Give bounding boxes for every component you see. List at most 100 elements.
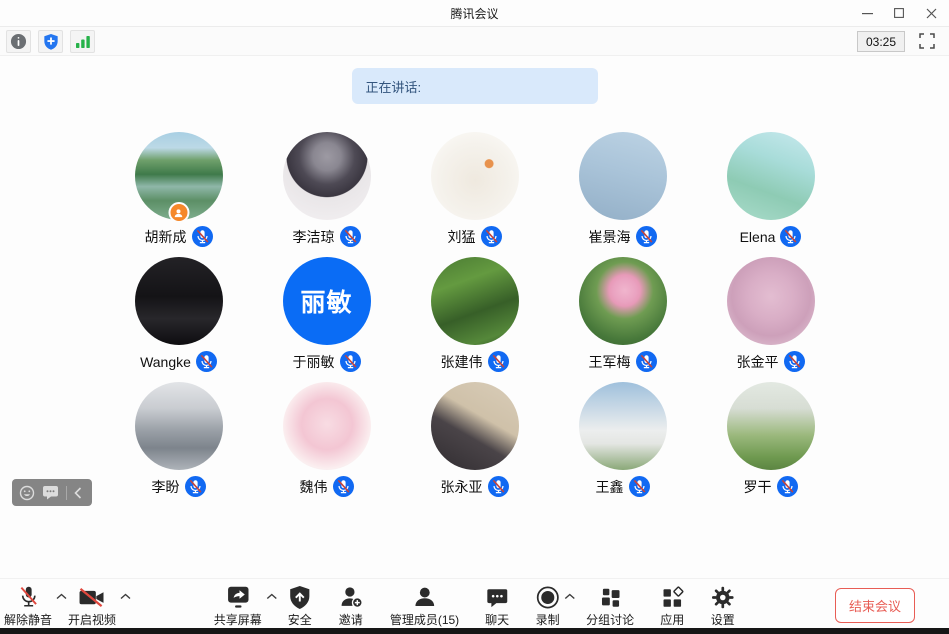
mic-muted-icon <box>340 226 361 247</box>
meeting-security-button[interactable] <box>38 30 63 53</box>
title-bar: 腾讯会议 <box>0 0 949 27</box>
apps-label: 应用 <box>660 611 684 628</box>
avatar <box>727 132 815 220</box>
participant-tile[interactable]: 丽敏 于丽敏 <box>253 257 401 372</box>
security-button[interactable]: 安全 <box>288 583 312 628</box>
participant-tile[interactable]: 王鑫 <box>549 382 697 497</box>
chevron-left-icon <box>74 487 82 499</box>
meeting-info-icon <box>10 33 27 50</box>
participant-name: 张金平 <box>737 352 779 372</box>
participant-name: 王鑫 <box>596 477 624 497</box>
participant-name-row: 李洁琼 <box>293 226 361 247</box>
smiley-icon <box>19 485 35 501</box>
participant-name: 李洁琼 <box>293 227 335 247</box>
mic-muted-icon <box>636 226 657 247</box>
maximize-icon <box>894 8 904 18</box>
share-screen-label: 共享屏幕 <box>214 611 262 628</box>
host-badge <box>168 202 189 223</box>
meeting-info-button[interactable] <box>6 30 31 53</box>
avatar-initials: 丽敏 <box>300 283 352 319</box>
minimize-button[interactable] <box>851 0 883 26</box>
participant-tile[interactable]: 崔景海 <box>549 132 697 247</box>
invite-label: 邀请 <box>339 611 363 628</box>
participant-tile[interactable]: 魏伟 <box>253 382 401 497</box>
unmute-options-chevron[interactable] <box>56 593 67 600</box>
mic-off-icon <box>16 584 41 610</box>
members-button[interactable]: 管理成员(15) <box>390 583 459 628</box>
participant-name: 张永亚 <box>441 477 483 497</box>
avatar <box>727 257 815 345</box>
participant-name-row: 魏伟 <box>300 476 354 497</box>
bottom-toolbar: 解除静音 开启视频 共享屏幕 安全 邀请 管理成员(15) 聊天 录制 分组讨论… <box>0 578 949 629</box>
participant-name-row: Elena <box>740 226 802 247</box>
bottom-toolbar-center: 共享屏幕 安全 邀请 管理成员(15) 聊天 录制 分组讨论 应用 设置 <box>214 583 735 628</box>
end-meeting-button[interactable]: 结束会议 <box>835 588 915 623</box>
participant-tile[interactable]: Elena <box>697 132 845 247</box>
record-circle-icon <box>535 585 560 610</box>
mic-muted-icon <box>636 351 657 372</box>
mic-muted-icon <box>488 476 509 497</box>
apps-button[interactable]: 应用 <box>660 583 684 628</box>
avatar <box>579 257 667 345</box>
settings-label: 设置 <box>711 611 735 628</box>
breakout-button[interactable]: 分组讨论 <box>586 583 634 628</box>
network-status-button[interactable] <box>70 30 95 53</box>
invite-button[interactable]: 邀请 <box>338 583 364 628</box>
share-screen-options-chevron[interactable] <box>266 593 277 600</box>
avatar <box>431 257 519 345</box>
participant-name-row: 于丽敏 <box>293 351 361 372</box>
members-label: 管理成员(15) <box>390 611 459 628</box>
captions-chat-button[interactable] <box>42 485 59 500</box>
shield-up-icon <box>288 585 311 610</box>
participant-name-row: 张建伟 <box>441 351 509 372</box>
main-area: 正在讲话: 胡新成 李洁琼 刘猛 崔景海 Elena <box>0 56 949 578</box>
collapse-reaction-bar-button[interactable] <box>74 487 82 499</box>
close-button[interactable] <box>915 0 947 26</box>
fullscreen-button[interactable] <box>917 31 937 51</box>
minimize-icon <box>862 8 873 19</box>
window-controls <box>851 0 947 26</box>
meeting-timer: 03:25 <box>857 31 905 52</box>
participant-tile[interactable]: 张建伟 <box>401 257 549 372</box>
chat-label: 聊天 <box>485 611 509 628</box>
participant-tile[interactable]: 胡新成 <box>105 132 253 247</box>
participant-tile[interactable]: Wangke <box>105 257 253 372</box>
participant-tile[interactable]: 张永亚 <box>401 382 549 497</box>
participant-name-row: 李盼 <box>152 476 206 497</box>
start-video-label: 开启视频 <box>68 611 116 628</box>
unmute-button[interactable]: 解除静音 <box>4 583 52 628</box>
participant-tile[interactable]: 刘猛 <box>401 132 549 247</box>
person-icon <box>412 585 437 610</box>
maximize-button[interactable] <box>883 0 915 26</box>
reaction-bar-divider <box>66 486 67 500</box>
participant-tile[interactable]: 李洁琼 <box>253 132 401 247</box>
meeting-security-icon <box>43 33 59 50</box>
blocks-icon <box>598 586 622 610</box>
participant-tile[interactable]: 张金平 <box>697 257 845 372</box>
settings-button[interactable]: 设置 <box>710 583 735 628</box>
participant-name: Elena <box>740 229 776 245</box>
record-options-chevron[interactable] <box>564 593 575 600</box>
participant-name: 罗干 <box>744 477 772 497</box>
mic-muted-icon <box>340 351 361 372</box>
chat-button[interactable]: 聊天 <box>485 583 509 628</box>
participant-tile[interactable]: 王军梅 <box>549 257 697 372</box>
mic-muted-icon <box>192 226 213 247</box>
bottom-edge-strip <box>0 628 949 634</box>
chat-bubble-icon <box>485 586 509 610</box>
participant-tile[interactable]: 罗干 <box>697 382 845 497</box>
participant-name: 李盼 <box>152 477 180 497</box>
record-button[interactable]: 录制 <box>535 583 560 628</box>
avatar <box>579 382 667 470</box>
participant-name: Wangke <box>140 354 191 370</box>
emoji-reaction-button[interactable] <box>19 485 35 501</box>
avatar <box>579 132 667 220</box>
start-video-options-chevron[interactable] <box>120 593 131 600</box>
breakout-label: 分组讨论 <box>586 611 634 628</box>
avatar <box>283 132 371 220</box>
participant-tile[interactable]: 李盼 <box>105 382 253 497</box>
apps-blocks-icon <box>660 586 684 610</box>
speaking-banner-label: 正在讲话: <box>366 77 422 96</box>
start-video-button[interactable]: 开启视频 <box>68 583 116 628</box>
share-screen-button[interactable]: 共享屏幕 <box>214 583 262 628</box>
